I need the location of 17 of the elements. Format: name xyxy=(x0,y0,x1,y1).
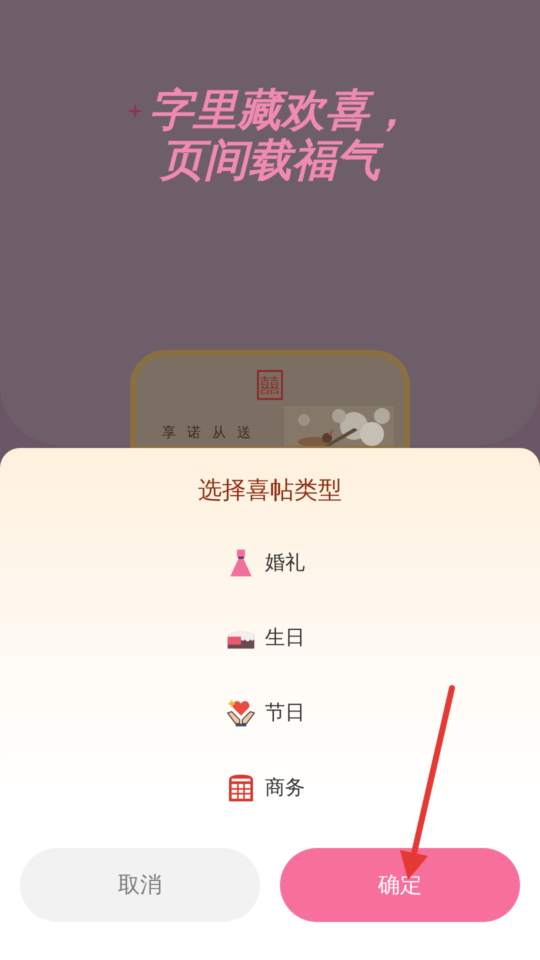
dialog-title: 选择喜帖类型 xyxy=(198,475,342,506)
option-item[interactable]: 婚礼 xyxy=(225,525,305,600)
sparkle-icon xyxy=(127,103,143,119)
poem-text: 从 xyxy=(212,424,226,443)
cancel-button[interactable]: 取消 xyxy=(20,848,260,922)
option-label: 商务 xyxy=(265,774,305,801)
option-item[interactable]: 商务 xyxy=(225,750,305,825)
poem-text: 诺 xyxy=(187,424,201,443)
headline-text: 字里藏欢喜， xyxy=(149,86,413,136)
option-label: 婚礼 xyxy=(265,549,305,576)
poem-text: 送 xyxy=(237,424,251,443)
option-label: 生日 xyxy=(265,624,305,651)
option-item[interactable]: 节日 xyxy=(225,675,305,750)
option-item[interactable]: 生日 xyxy=(225,600,305,675)
option-label: 节日 xyxy=(265,699,305,726)
seal-stamp: 囍 xyxy=(257,370,283,400)
poem-text: 享 xyxy=(162,424,176,443)
